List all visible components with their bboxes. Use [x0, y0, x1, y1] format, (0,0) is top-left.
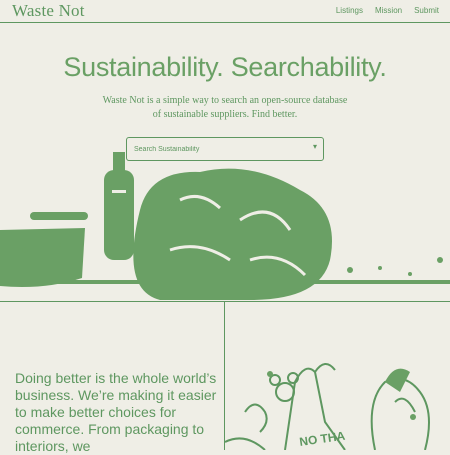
chevron-down-icon[interactable]: ▾ [313, 142, 317, 151]
mission-statement: Doing better is the whole world’s busine… [15, 370, 217, 454]
packaging-illustration: NO THA [225, 363, 430, 450]
nav-link-listings[interactable]: Listings [336, 6, 363, 15]
nav-link-mission[interactable]: Mission [375, 6, 402, 15]
main-nav: Listings Mission Submit [336, 6, 439, 15]
hero-illustration [0, 152, 450, 300]
hero-title: Sustainability. Searchability. [63, 52, 387, 82]
hero-subtitle: Waste Not is a simple way to search an o… [102, 95, 348, 120]
site-logo[interactable]: Waste Not [12, 1, 85, 21]
search-input[interactable] [127, 138, 304, 160]
top-navigation-bar: Waste Not Listings Mission Submit [0, 0, 450, 23]
bottle-illustration [104, 170, 134, 260]
flower-illustration [275, 382, 295, 402]
bowl-illustration [0, 228, 85, 287]
search-box[interactable]: ▾ [126, 137, 324, 161]
packaging-label: NO THA [298, 429, 346, 449]
nav-link-submit[interactable]: Submit [414, 6, 439, 15]
